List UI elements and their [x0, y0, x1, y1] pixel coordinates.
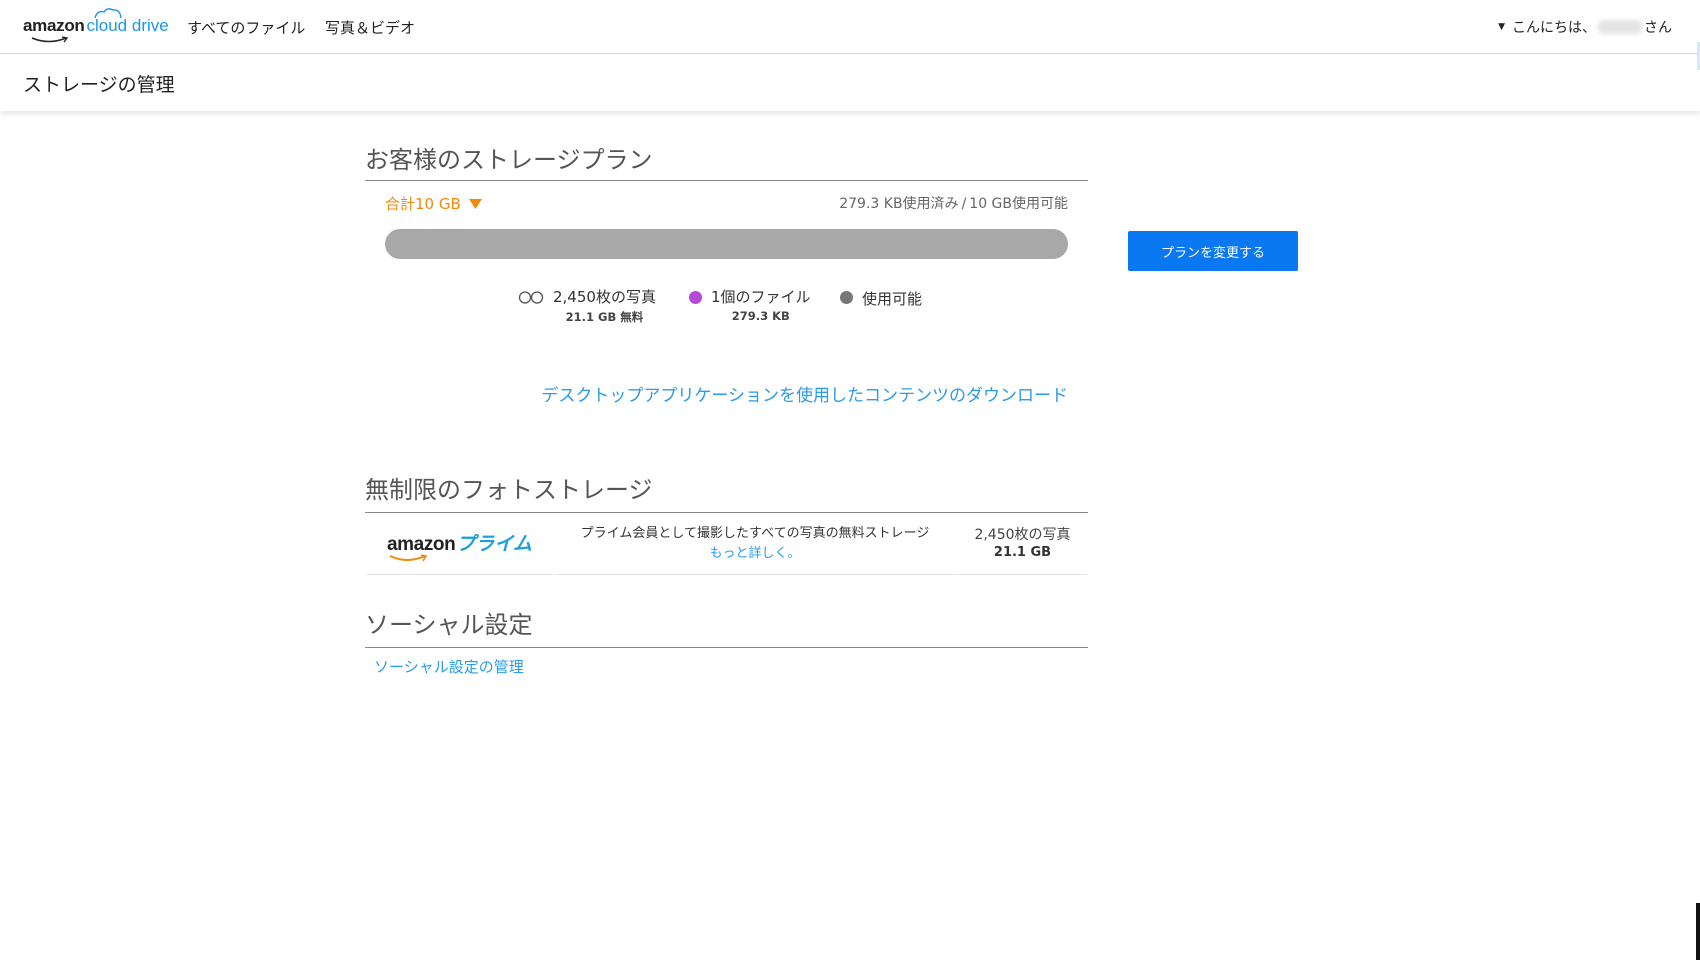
legend-files-sub: 279.3 KB: [731, 309, 790, 323]
caret-down-icon: ▼: [1498, 22, 1505, 32]
divider: [365, 647, 1088, 648]
greeting-prefix: こんにちは、: [1512, 20, 1596, 36]
subheader: ストレージの管理: [0, 55, 1700, 111]
legend-photos-label: 2,450枚の写真: [553, 288, 656, 306]
user-name-blurred: [1598, 20, 1642, 34]
divider: [365, 180, 1088, 181]
total-storage-label: 合計10 GB: [385, 195, 461, 213]
prime-description: プライム会員として撮影したすべての写真の無料ストレージ: [580, 526, 930, 541]
legend-available: 使用可能: [840, 287, 922, 309]
amazon-smile-icon: [31, 36, 69, 43]
storage-usage-bar: [385, 229, 1068, 259]
legend-files: 1個のファイル 279.3 KB: [689, 287, 811, 323]
logo-amazon-text: amazon: [23, 16, 85, 35]
legend-photos: 2,450枚の写真 21.1 GB 無料: [518, 287, 656, 325]
prime-usage-cell: 2,450枚の写真 21.1 GB: [958, 513, 1087, 575]
total-storage-dropdown[interactable]: 合計10 GB: [385, 193, 482, 214]
manage-social-settings-link[interactable]: ソーシャル設定の管理: [374, 656, 524, 677]
prime-photo-size: 21.1 GB: [993, 545, 1052, 560]
user-menu[interactable]: ▼ こんにちは、 さん: [1498, 17, 1672, 37]
legend-available-label: 使用可能: [862, 290, 923, 308]
available-dot-icon: [840, 291, 853, 304]
triangle-down-icon: [468, 198, 482, 209]
storage-plan-title: お客様のストレージプラン: [365, 146, 653, 174]
logo-cloud-drive-text: cloud drive: [87, 8, 169, 36]
files-dot-icon: [689, 291, 702, 304]
change-plan-button[interactable]: プランを変更する: [1128, 231, 1298, 271]
nav-photos-videos[interactable]: 写真＆ビデオ: [325, 17, 415, 38]
nav-all-files[interactable]: すべてのファイル: [187, 17, 305, 38]
desktop-app-download-link[interactable]: デスクトップアプリケーションを使用したコンテンツのダウンロード: [541, 381, 1068, 406]
prime-photo-count: 2,450枚の写真: [974, 527, 1071, 543]
greeting-suffix: さん: [1644, 20, 1672, 36]
prime-smile-icon: [389, 554, 428, 562]
amazon-prime-logo: amazon プライム: [387, 533, 532, 555]
legend-files-label: 1個のファイル: [711, 288, 811, 306]
page-title: ストレージの管理: [23, 74, 175, 96]
social-settings-title: ソーシャル設定: [365, 611, 533, 639]
prime-logo-cell: amazon プライム: [367, 513, 552, 575]
cloud-icon: [93, 8, 122, 19]
top-navigation: amazon cloud drive すべてのファイル 写真＆ビデオ ▼ こんに…: [0, 0, 1700, 54]
usage-summary: 279.3 KB使用済み/10 GB使用可能: [839, 196, 1068, 212]
photo-storage-title: 無制限のフォトストレージ: [365, 476, 653, 504]
used-text: 279.3 KB使用済み: [839, 196, 959, 212]
prime-photo-storage-row: amazon プライム プライム会員として撮影したすべての写真の無料ストレージ も…: [367, 513, 1087, 575]
learn-more-link[interactable]: もっと詳しく。: [709, 546, 800, 561]
legend-photos-sub: 21.1 GB 無料: [565, 310, 644, 324]
prime-description-cell: プライム会員として撮影したすべての写真の無料ストレージ もっと詳しく。: [554, 513, 956, 575]
available-text: 10 GB使用可能: [969, 196, 1068, 212]
scrollbar-thumb[interactable]: [1696, 903, 1700, 960]
amazon-cloud-drive-logo[interactable]: amazon cloud drive: [23, 8, 169, 43]
infinity-icon: [518, 291, 544, 304]
